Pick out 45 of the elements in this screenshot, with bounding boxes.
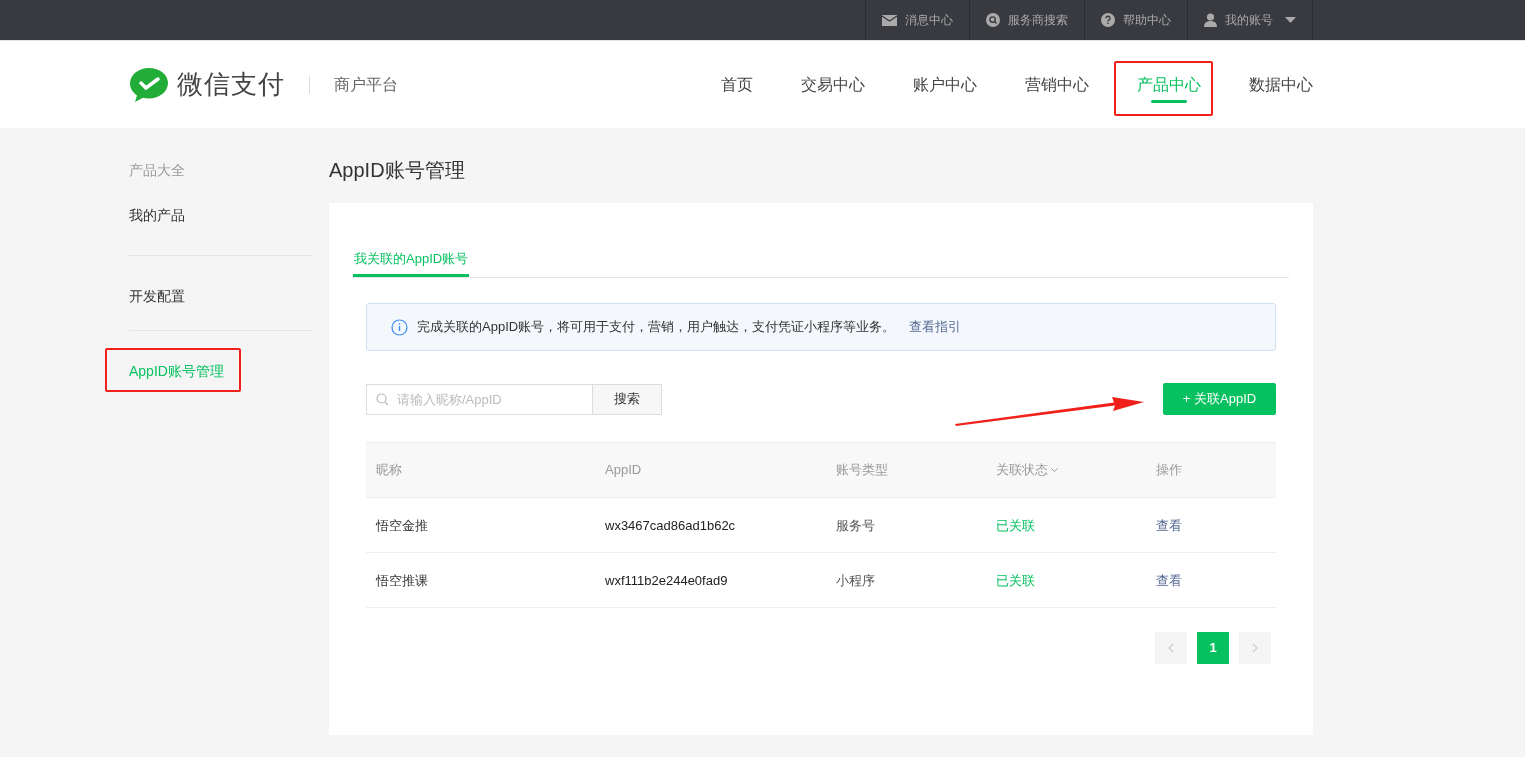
search-button[interactable]: 搜索	[593, 383, 662, 415]
nav-tab[interactable]: 账户中心	[913, 41, 977, 128]
top-bar-link[interactable]: 我的账号	[1225, 11, 1273, 29]
sidebar-item[interactable]: 我的产品	[129, 205, 313, 225]
column-header: 昵称	[376, 461, 402, 480]
top-bar-link[interactable]: 服务商搜索	[1008, 11, 1068, 29]
column-header: 操作	[1156, 461, 1182, 480]
nav-tab[interactable]: 交易中心	[801, 41, 865, 128]
search-icon	[376, 392, 389, 406]
top-bar-link[interactable]: 帮助中心	[1123, 11, 1171, 29]
page-title: AppID账号管理	[329, 160, 466, 181]
table-cell: wx3467cad86ad1b62c	[605, 518, 736, 533]
nav-tab[interactable]: 营销中心	[1025, 41, 1089, 128]
chevron-right-icon	[1252, 643, 1258, 653]
column-header: AppID	[605, 461, 642, 480]
table-cell: 已关联	[996, 518, 1035, 533]
column-header: 账号类型	[836, 461, 888, 480]
caret-icon	[1285, 17, 1296, 23]
column-header[interactable]: 关联状态	[996, 460, 1058, 480]
nav-tab[interactable]: 首页	[721, 41, 753, 128]
table-cell: 悟空推课	[376, 573, 428, 588]
wechat-pay-logo-icon	[129, 66, 169, 103]
table-cell: wxf111b2e244e0fad9	[605, 573, 728, 588]
table-cell: 已关联	[996, 573, 1035, 588]
platform-subtitle: 商户平台	[334, 74, 398, 95]
mail-icon	[882, 14, 897, 26]
sidebar-item[interactable]: 开发配置	[129, 286, 313, 306]
help-icon	[1101, 13, 1115, 27]
table-cell: 小程序	[836, 573, 875, 588]
top-bar-link[interactable]: 消息中心	[905, 11, 953, 29]
nav-tab[interactable]: 数据中心	[1249, 41, 1313, 128]
search-field[interactable]: 请输入昵称/AppID	[366, 383, 593, 415]
table-cell: 服务号	[836, 518, 875, 533]
view-link[interactable]: 查看	[1156, 573, 1182, 588]
info-icon	[391, 318, 408, 336]
guide-link[interactable]: 查看指引	[909, 317, 962, 337]
logo-text: 微信支付	[177, 68, 285, 101]
sidebar-heading: 产品大全	[129, 161, 186, 180]
chevron-left-icon	[1168, 643, 1174, 653]
sort-caret-icon	[1051, 467, 1058, 473]
user-icon	[1204, 13, 1217, 27]
table-cell: 悟空金推	[376, 518, 428, 533]
notice-text: 完成关联的AppID账号，将可用于支付，营销，用户触达，支付凭证小程序等业务。	[417, 318, 896, 337]
search-icon	[986, 13, 1000, 27]
view-link[interactable]: 查看	[1156, 518, 1182, 533]
